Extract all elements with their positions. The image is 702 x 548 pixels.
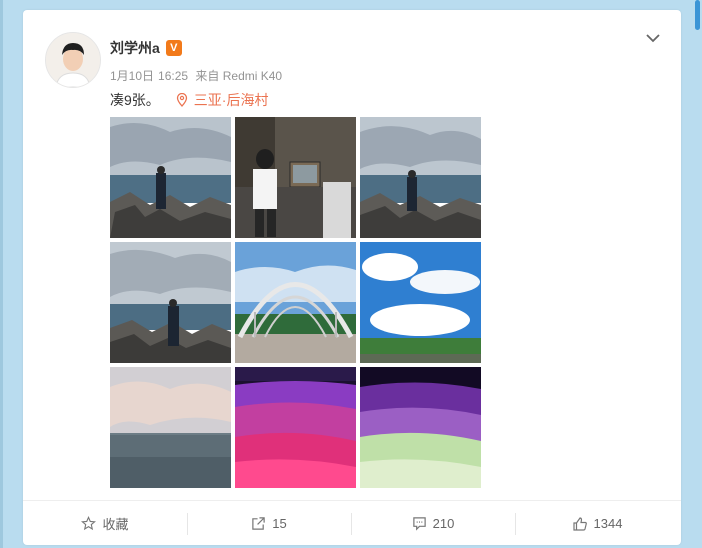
- action-bar: 收藏 15 210 1344: [23, 500, 681, 546]
- user-name[interactable]: 刘学州a: [110, 38, 160, 58]
- photo-8[interactable]: [235, 367, 356, 488]
- photo-3[interactable]: [360, 117, 481, 238]
- scrollbar-thumb[interactable]: [695, 0, 700, 30]
- post-time[interactable]: 16:25: [158, 69, 188, 83]
- photo-7[interactable]: [110, 367, 231, 488]
- chevron-down-icon[interactable]: [645, 30, 661, 46]
- comment-count: 210: [432, 516, 455, 531]
- photo-6[interactable]: [360, 242, 481, 363]
- photo-1[interactable]: [110, 117, 231, 238]
- repost-count: 15: [272, 516, 287, 531]
- location-link[interactable]: 三亚·后海村: [194, 90, 269, 110]
- avatar[interactable]: [45, 32, 101, 88]
- verified-badge-icon[interactable]: V: [165, 40, 182, 56]
- repost-icon: [252, 517, 265, 530]
- user-name-row: 刘学州a V: [110, 38, 182, 58]
- post-date[interactable]: 1月10日: [110, 69, 154, 83]
- location-icon: [176, 93, 187, 107]
- like-icon: [572, 516, 587, 531]
- post-text: 凑9张。: [110, 92, 160, 108]
- like-button[interactable]: 1344: [515, 501, 679, 546]
- post-source: 来自 Redmi K40: [195, 69, 283, 83]
- scrollbar[interactable]: [694, 0, 702, 548]
- photo-5[interactable]: [235, 242, 356, 363]
- photo-2[interactable]: [235, 117, 356, 238]
- like-count: 1344: [593, 516, 623, 531]
- photo-4[interactable]: [110, 242, 231, 363]
- page-edge: [0, 0, 3, 548]
- post-meta: 1月10日 16:25 来自 Redmi K40: [110, 67, 286, 84]
- comment-icon: [412, 517, 426, 531]
- photo-9[interactable]: [360, 367, 481, 488]
- star-icon: [81, 516, 97, 531]
- post-text-row: 凑9张。 三亚·后海村: [110, 90, 268, 110]
- favorite-button[interactable]: 收藏: [23, 501, 187, 546]
- repost-button[interactable]: 15: [187, 501, 351, 546]
- comment-button[interactable]: 210: [351, 501, 515, 546]
- favorite-label: 收藏: [102, 517, 129, 532]
- weibo-post-card: 刘学州a V 1月10日 16:25 来自 Redmi K40 凑9张。 三亚·后…: [23, 10, 681, 545]
